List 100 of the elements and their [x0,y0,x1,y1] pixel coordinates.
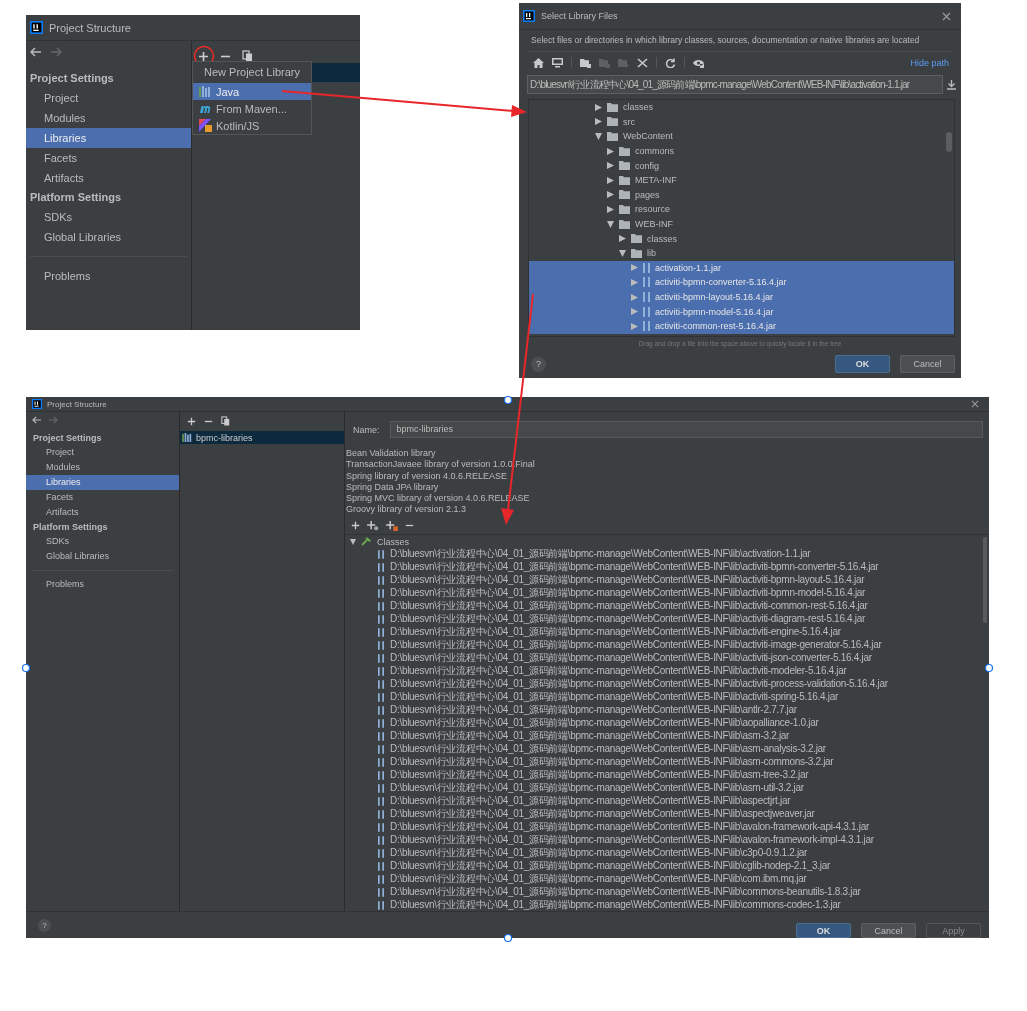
refresh-icon[interactable] [665,57,676,68]
tree-row[interactable]: activiti-bpmn-model-5.16.4.jar [529,304,954,319]
menu-item[interactable]: From Maven... [193,100,311,117]
tree-row[interactable]: classes [529,100,954,115]
copy-icon[interactable] [221,416,230,426]
dialog-button[interactable]: OK [835,355,890,373]
sidebar-item[interactable]: SDKs [26,534,179,549]
resize-handle[interactable] [984,663,994,673]
tree-row[interactable]: D:\bluesvn\行业流程中心\04_01_源码前端\bpmc-manage\WebContent\WEB-INF\lib\activiti-common-rest-5.16.4.jar [345,599,989,613]
sidebar-item[interactable]: Libraries [26,128,191,148]
expand-arrow-icon[interactable] [607,162,614,170]
tree-row[interactable]: D:\bluesvn\行业流程中心\04_01_源码前端\bpmc-manage\WebContent\WEB-INF\lib\activiti-engine-5.16.4.jar [345,625,989,639]
tree-row[interactable]: D:\bluesvn\行业流程中心\04_01_源码前端\bpmc-manage\WebContent\WEB-INF\lib\activiti-spring-5.16.4.jar [345,690,989,704]
menu-item[interactable]: Kotlin/JS [193,117,311,134]
expand-arrow-icon[interactable] [607,191,614,199]
tree-row[interactable]: D:\bluesvn\行业流程中心\04_01_源码前端\bpmc-manage\WebContent\WEB-INF\lib\activiti-diagram-rest-5.16.4.jar [345,612,989,626]
tree-row[interactable]: D:\bluesvn\行业流程中心\04_01_源码前端\bpmc-manage\WebContent\WEB-INF\lib\c3p0-0.9.1.2.jar [345,846,989,860]
expand-arrow-icon[interactable] [631,322,638,330]
tree-row[interactable]: D:\bluesvn\行业流程中心\04_01_源码前端\bpmc-manage\WebContent\WEB-INF\lib\com.ibm.mq.jar [345,872,989,886]
tree-row[interactable]: D:\bluesvn\行业流程中心\04_01_源码前端\bpmc-manage\WebContent\WEB-INF\lib\avalon-framework-impl-4.3.1.jar [345,833,989,847]
tree-row[interactable]: pages [529,187,954,203]
dialog-button[interactable]: OK [796,923,851,938]
expand-arrow-icon[interactable] [631,293,638,301]
expand-arrow-icon[interactable] [350,538,356,545]
expand-arrow-icon[interactable] [595,118,602,126]
tree-row[interactable]: D:\bluesvn\行业流程中心\04_01_源码前端\bpmc-manage\WebContent\WEB-INF\lib\activiti-modeler-5.16.4.jar [345,664,989,678]
hide-path-link[interactable]: Hide path [910,57,949,68]
name-field[interactable]: bpmc-libraries [389,421,983,438]
tree-row[interactable]: Classes [345,535,989,548]
sidebar-item[interactable]: Problems [26,266,191,286]
expand-arrow-icon[interactable] [619,249,626,257]
help-button[interactable]: ? [531,356,546,372]
tree-row[interactable]: WEB-INF [529,216,954,232]
expand-arrow-icon[interactable] [631,308,638,316]
resize-handle[interactable] [21,663,31,673]
tree-row[interactable]: D:\bluesvn\行业流程中心\04_01_源码前端\bpmc-manage\WebContent\WEB-INF\lib\asm-util-3.2.jar [345,781,989,795]
tree-row[interactable]: D:\bluesvn\行业流程中心\04_01_源码前端\bpmc-manage\WebContent\WEB-INF\lib\asm-commons-3.2.jar [345,755,989,769]
dialog-button[interactable]: Cancel [900,355,955,373]
tree-row[interactable]: lib [529,245,954,261]
add-attached-icon[interactable] [367,520,379,531]
dialog-button[interactable]: Cancel [861,923,916,938]
tree-row[interactable]: D:\bluesvn\行业流程中心\04_01_源码前端\bpmc-manage\WebContent\WEB-INF\lib\asm-tree-3.2.jar [345,768,989,782]
home-icon[interactable] [533,57,544,68]
path-field[interactable]: D:\bluesvn\行业流程中心\04_01_源码前端\bpmc-manage\WebContent\WEB-INF\lib\activation-1.1.jar [527,75,943,94]
expand-arrow-icon[interactable] [619,235,626,243]
tree-row[interactable]: D:\bluesvn\行业流程中心\04_01_源码前端\bpmc-manage\WebContent\WEB-INF\lib\aspectjrt.jar [345,794,989,808]
tree-row[interactable]: activation-1.1.jar [529,260,954,276]
resize-handle[interactable] [503,933,513,943]
tree-row[interactable]: config [529,158,954,173]
sidebar-item[interactable]: Artifacts [26,505,179,520]
download-icon[interactable] [947,79,956,90]
expand-arrow-icon[interactable] [607,176,614,184]
sidebar-item[interactable]: Global Libraries [26,227,191,247]
tree-row[interactable]: META-INF [529,172,954,188]
sidebar-item[interactable]: Artifacts [26,168,191,188]
tree-row[interactable]: D:\bluesvn\行业流程中心\04_01_源码前端\bpmc-manage\WebContent\WEB-INF\lib\commons-codec-1.3.jar [345,898,989,912]
tree-row[interactable]: D:\bluesvn\行业流程中心\04_01_源码前端\bpmc-manage\WebContent\WEB-INF\lib\activiti-bpmn-layout-5.16.4.jar [345,573,989,587]
tree-row[interactable]: D:\bluesvn\行业流程中心\04_01_源码前端\bpmc-manage\WebContent\WEB-INF\lib\activiti-bpmn-converter-5.16.4.jar [345,560,989,574]
library-item[interactable]: bpmc-libraries [180,431,344,444]
tree-row[interactable]: activiti-bpmn-converter-5.16.4.jar [529,275,954,290]
tree-row[interactable]: WebContent [529,129,954,144]
tree-row[interactable]: D:\bluesvn\行业流程中心\04_01_源码前端\bpmc-manage\WebContent\WEB-INF\lib\antlr-2.7.7.jar [345,703,989,717]
sidebar-item[interactable]: Project [26,88,191,108]
sidebar-item[interactable]: Facets [26,490,179,505]
tree-row[interactable]: D:\bluesvn\行业流程中心\04_01_源码前端\bpmc-manage\WebContent\WEB-INF\lib\activiti-process-validation-5.16.4.jar [345,677,989,691]
sidebar-item[interactable]: Project [26,445,179,460]
tree-row[interactable]: resource [529,202,954,217]
expand-arrow-icon[interactable] [607,220,614,228]
resize-handle[interactable] [503,395,513,405]
add-folder-icon[interactable] [386,520,398,531]
monitor-icon[interactable] [552,57,563,68]
tree-row[interactable]: commons [529,143,954,159]
help-button[interactable]: ? [38,918,51,932]
back-icon[interactable] [32,416,42,424]
tree-row[interactable]: D:\bluesvn\行业流程中心\04_01_源码前端\bpmc-manage\WebContent\WEB-INF\lib\aspectjweaver.jar [345,807,989,821]
expand-arrow-icon[interactable] [595,103,602,111]
menu-item[interactable]: Java [193,83,311,100]
sidebar-item[interactable]: SDKs [26,207,191,227]
tree-row[interactable]: D:\bluesvn\行业流程中心\04_01_源码前端\bpmc-manage\WebContent\WEB-INF\lib\aopalliance-1.0.jar [345,716,989,730]
sidebar-item[interactable]: Modules [26,108,191,128]
copy-icon[interactable] [242,50,253,62]
expand-arrow-icon[interactable] [595,133,602,140]
tree-row[interactable]: src [529,114,954,130]
tree-row[interactable]: D:\bluesvn\行业流程中心\04_01_源码前端\bpmc-manage\WebContent\WEB-INF\lib\cglib-nodep-2.1_3.jar [345,859,989,873]
tree-row[interactable]: D:\bluesvn\行业流程中心\04_01_源码前端\bpmc-manage\WebContent\WEB-INF\lib\activiti-bpmn-model-5.16.4.jar [345,586,989,600]
sidebar-item[interactable]: Problems [26,577,179,592]
expand-arrow-icon[interactable] [607,205,614,213]
close-icon[interactable] [637,57,648,68]
tree-row[interactable]: D:\bluesvn\行业流程中心\04_01_源码前端\bpmc-manage\WebContent\WEB-INF\lib\commons-beanutils-1.8.3.jar [345,885,989,899]
sidebar-item[interactable]: Facets [26,148,191,168]
folder-icon[interactable] [580,57,591,68]
eye-icon[interactable] [693,57,704,68]
back-icon[interactable] [30,47,42,57]
tree-row[interactable]: D:\bluesvn\行业流程中心\04_01_源码前端\bpmc-manage\WebContent\WEB-INF\lib\asm-3.2.jar [345,729,989,743]
add-icon[interactable] [187,416,196,426]
sidebar-item[interactable]: Global Libraries [26,549,179,564]
tree-row[interactable]: D:\bluesvn\行业流程中心\04_01_源码前端\bpmc-manage\WebContent\WEB-INF\lib\activation-1.1.jar [345,547,989,561]
tree-row[interactable]: D:\bluesvn\行业流程中心\04_01_源码前端\bpmc-manage\WebContent\WEB-INF\lib\asm-analysis-3.2.jar [345,742,989,756]
add-icon[interactable] [351,521,360,531]
close-icon[interactable] [942,11,951,21]
